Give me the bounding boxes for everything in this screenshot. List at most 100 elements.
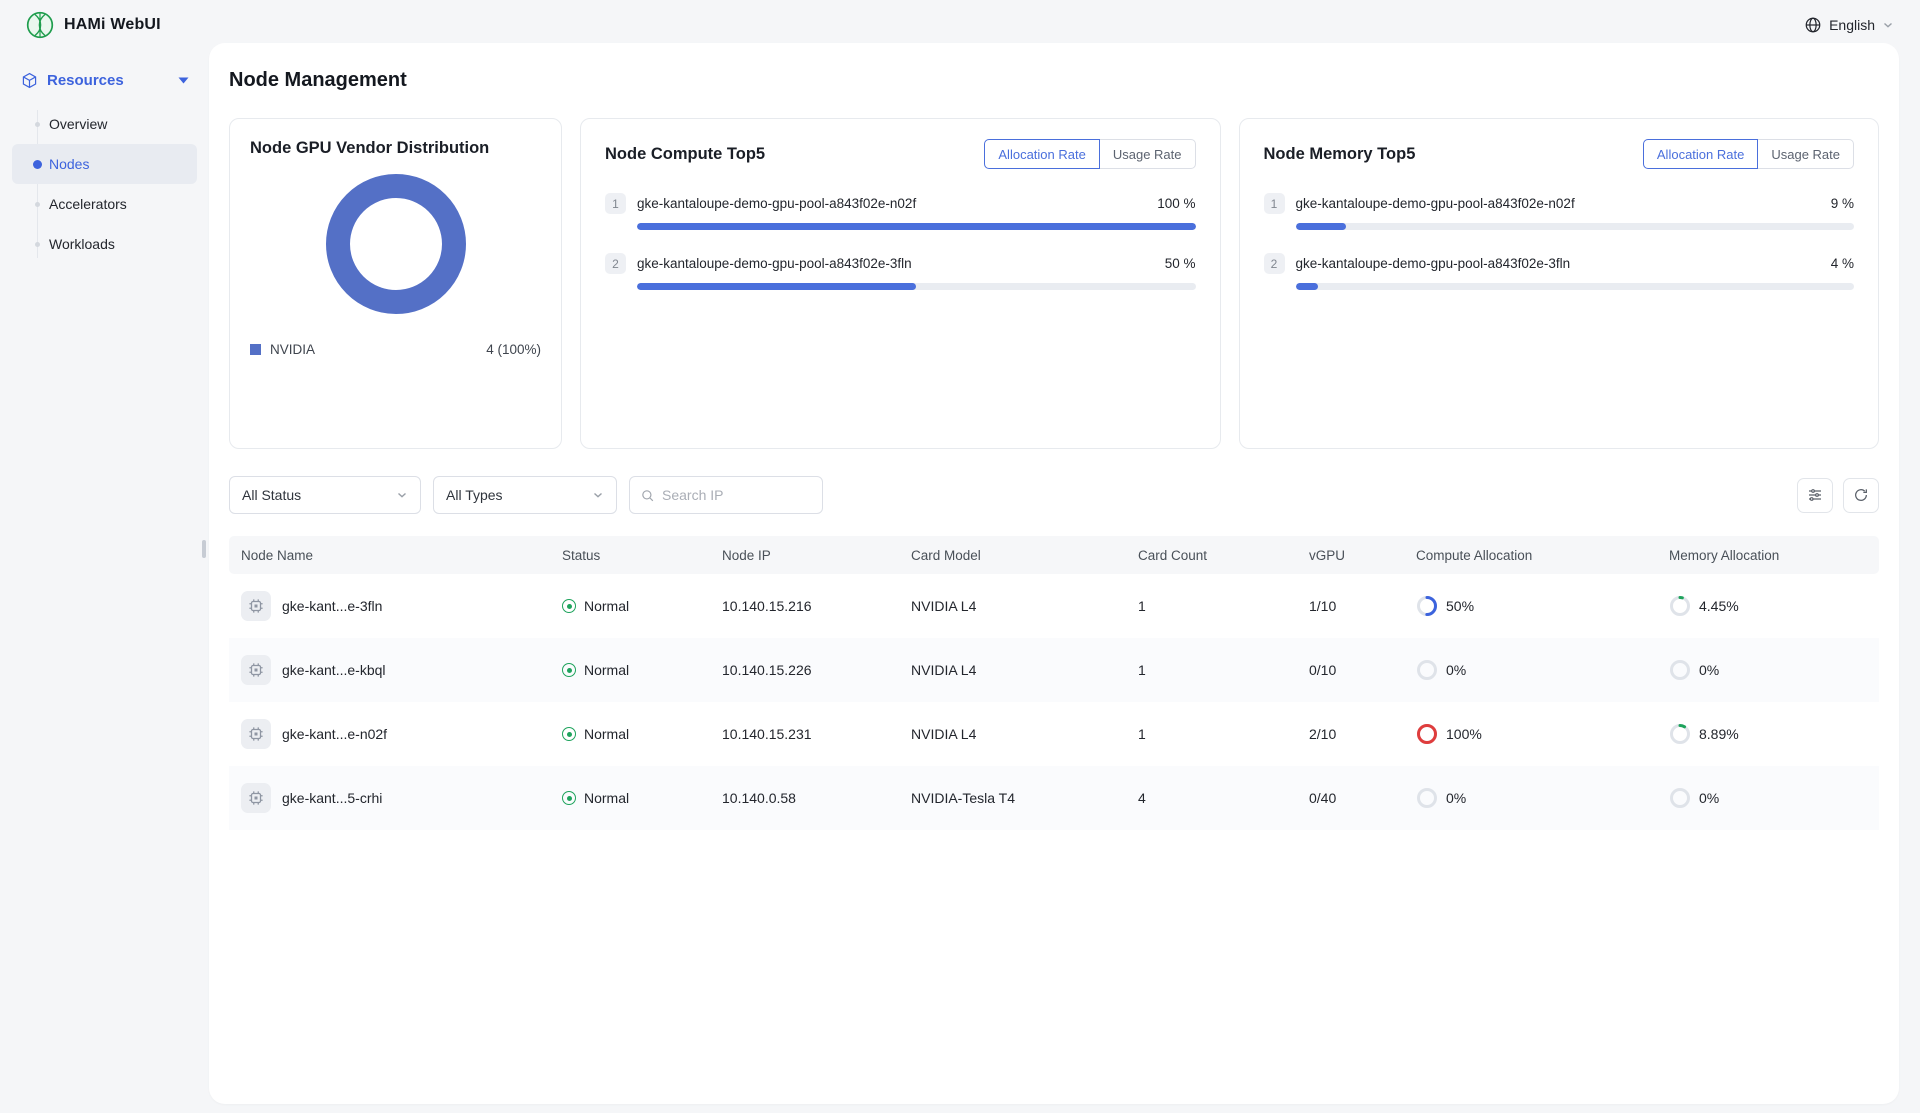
top5-value: 4 % [1831, 256, 1854, 271]
table-header: Node NameStatusNode IPCard ModelCard Cou… [229, 536, 1879, 574]
status-filter-value: All Status [242, 487, 301, 503]
globe-icon [1804, 16, 1822, 34]
node-name: gke-kant...e-3fln [282, 598, 382, 614]
chevron-down-icon [592, 489, 604, 501]
top5-item: 2 gke-kantaloupe-demo-gpu-pool-a843f02e-… [1264, 253, 1855, 290]
refresh-button[interactable] [1843, 478, 1879, 513]
rank-badge: 1 [1264, 193, 1285, 214]
status-label: Normal [584, 598, 629, 614]
rank-badge: 1 [605, 193, 626, 214]
status-label: Normal [584, 726, 629, 742]
sidebar-item-accelerators[interactable]: Accelerators [12, 184, 197, 224]
compute-allocation-ring [1416, 595, 1438, 617]
column-header: Card Model [911, 548, 1138, 563]
status-normal-icon [562, 791, 576, 805]
language-selector[interactable]: English [1804, 16, 1894, 34]
cube-icon [21, 72, 38, 89]
sidebar-item-workloads[interactable]: Workloads [12, 224, 197, 264]
memory-allocation-value: 4.45% [1699, 598, 1739, 614]
sidebar-group-resources[interactable]: Resources [12, 65, 197, 96]
sidebar-item-overview[interactable]: Overview [12, 104, 197, 144]
vgpu-value: 2/10 [1309, 726, 1416, 742]
card-title: Node GPU Vendor Distribution [250, 139, 541, 158]
hami-logo-icon [26, 11, 54, 39]
card-count: 4 [1138, 790, 1309, 806]
table-body: gke-kant...e-3fln Normal 10.140.15.216 N… [229, 574, 1879, 830]
sidebar-item-label: Overview [49, 116, 107, 132]
memory-top5-list: 1 gke-kantaloupe-demo-gpu-pool-a843f02e-… [1264, 193, 1855, 290]
stat-cards-row: Node GPU Vendor Distribution NVIDIA 4 (1… [229, 118, 1879, 449]
toggle-usage-rate[interactable]: Usage Rate [1757, 139, 1854, 169]
sidebar: Resources Overview Nodes Accelerators Workl… [0, 49, 209, 264]
status-normal-icon [562, 727, 576, 741]
memory-allocation-ring [1669, 595, 1691, 617]
memory-rate-toggle: Allocation RateUsage Rate [1643, 139, 1854, 169]
card-count: 1 [1138, 726, 1309, 742]
node-name: gke-kant...e-kbql [282, 662, 386, 678]
column-header: Node Name [229, 548, 562, 563]
compute-allocation-ring [1416, 659, 1438, 681]
gpu-chip-icon [241, 719, 271, 749]
top5-node-name: gke-kantaloupe-demo-gpu-pool-a843f02e-3f… [637, 256, 912, 271]
compute-top5-card: Node Compute Top5 Allocation RateUsage R… [580, 118, 1221, 449]
table-row[interactable]: gke-kant...e-n02f Normal 10.140.15.231 N… [229, 702, 1879, 766]
progress-bar-track [1296, 283, 1855, 290]
card-count: 1 [1138, 662, 1309, 678]
gpu-chip-icon [241, 655, 271, 685]
toggle-allocation-rate[interactable]: Allocation Rate [984, 139, 1099, 169]
vgpu-value: 0/10 [1309, 662, 1416, 678]
progress-bar-track [637, 283, 1196, 290]
column-header: Status [562, 548, 722, 563]
filters-row: All Status All Types [229, 476, 1879, 514]
legend-item: NVIDIA 4 (100%) [250, 342, 541, 357]
table-row[interactable]: gke-kant...5-crhi Normal 10.140.0.58 NVI… [229, 766, 1879, 830]
column-header: Memory Allocation [1669, 548, 1879, 563]
compute-allocation-value: 100% [1446, 726, 1482, 742]
status-label: Normal [584, 790, 629, 806]
search-icon [640, 488, 655, 503]
status-filter-select[interactable]: All Status [229, 476, 421, 514]
compute-rate-toggle: Allocation RateUsage Rate [984, 139, 1195, 169]
table-row[interactable]: gke-kant...e-kbql Normal 10.140.15.226 N… [229, 638, 1879, 702]
search-input[interactable] [662, 487, 812, 503]
column-header: Compute Allocation [1416, 548, 1669, 563]
donut-ring [338, 186, 454, 302]
compute-allocation-value: 0% [1446, 662, 1466, 678]
sidebar-item-label: Accelerators [49, 196, 127, 212]
top5-item: 2 gke-kantaloupe-demo-gpu-pool-a843f02e-… [605, 253, 1196, 290]
rank-badge: 2 [1264, 253, 1285, 274]
top5-value: 9 % [1831, 196, 1854, 211]
column-header: Node IP [722, 548, 911, 563]
progress-bar-track [1296, 223, 1855, 230]
legend-label: NVIDIA [270, 342, 315, 357]
table-row[interactable]: gke-kant...e-3fln Normal 10.140.15.216 N… [229, 574, 1879, 638]
legend-swatch [250, 344, 261, 355]
node-name: gke-kant...5-crhi [282, 790, 382, 806]
memory-allocation-value: 8.89% [1699, 726, 1739, 742]
panel-resize-handle[interactable] [202, 540, 206, 558]
sidebar-item-nodes[interactable]: Nodes [12, 144, 197, 184]
vendor-donut-chart [250, 172, 541, 316]
card-title: Node Memory Top5 [1264, 145, 1416, 164]
legend-value: 4 (100%) [486, 342, 541, 357]
column-settings-button[interactable] [1797, 478, 1833, 513]
memory-allocation-ring [1669, 659, 1691, 681]
top-bar: HAMi WebUI English [0, 0, 1920, 49]
page-title: Node Management [229, 69, 1879, 92]
toggle-usage-rate[interactable]: Usage Rate [1099, 139, 1196, 169]
chevron-down-icon [1882, 19, 1894, 31]
sidebar-item-label: Nodes [49, 156, 89, 172]
node-ip: 10.140.15.226 [722, 662, 911, 678]
progress-bar-fill [1296, 283, 1318, 290]
vgpu-value: 1/10 [1309, 598, 1416, 614]
caret-down-icon [178, 77, 189, 84]
toggle-allocation-rate[interactable]: Allocation Rate [1643, 139, 1758, 169]
card-model: NVIDIA L4 [911, 662, 1138, 678]
compute-allocation-value: 50% [1446, 598, 1474, 614]
sidebar-item-label: Workloads [49, 236, 115, 252]
memory-allocation-ring [1669, 723, 1691, 745]
gpu-chip-icon [241, 591, 271, 621]
vgpu-value: 0/40 [1309, 790, 1416, 806]
node-ip: 10.140.15.216 [722, 598, 911, 614]
type-filter-select[interactable]: All Types [433, 476, 617, 514]
